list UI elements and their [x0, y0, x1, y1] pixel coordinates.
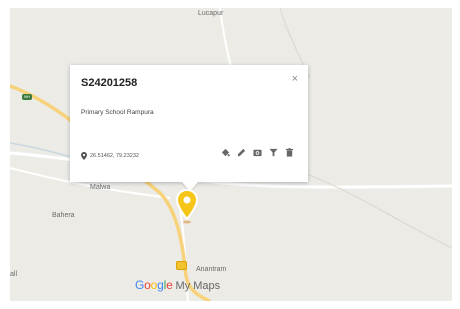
my-maps-label: My Maps [175, 280, 221, 292]
info-popup: S24201258 × Primary School Rampura 26.51… [70, 65, 308, 191]
edit-icon[interactable] [237, 148, 246, 157]
highway-shield-yellow [176, 261, 187, 270]
place-label-anantram: Anantram [196, 266, 227, 273]
map-pin-marker[interactable] [175, 188, 199, 224]
map-canvas[interactable]: Lucapur Malwa Bahera Anantram all NH · ·… [10, 8, 452, 301]
google-letter: G [135, 278, 145, 292]
google-my-maps-logo: Google My Maps [135, 278, 220, 292]
camera-icon[interactable] [253, 148, 262, 157]
filter-icon[interactable] [269, 148, 278, 157]
style-icon[interactable] [221, 148, 230, 157]
close-icon[interactable]: × [292, 73, 298, 85]
popup-coordinates: 26.51462, 79.23232 [90, 153, 139, 159]
google-wordmark: Google [135, 278, 173, 292]
location-pin-icon [81, 152, 87, 160]
popup-title: S24201258 [81, 77, 138, 89]
delete-icon[interactable] [285, 148, 294, 157]
google-letter: e [166, 278, 173, 292]
place-label-top: Lucapur [198, 10, 224, 17]
popup-description: Primary School Rampura [81, 109, 154, 116]
place-label-left-edge: all [10, 271, 18, 278]
highway-shield: NH [22, 94, 32, 100]
popup-action-bar [221, 148, 294, 157]
place-label-bahera: Bahera [52, 212, 75, 219]
place-label-malwa: Malwa [90, 184, 111, 191]
popup-coordinates-row: 26.51462, 79.23232 [81, 152, 139, 160]
